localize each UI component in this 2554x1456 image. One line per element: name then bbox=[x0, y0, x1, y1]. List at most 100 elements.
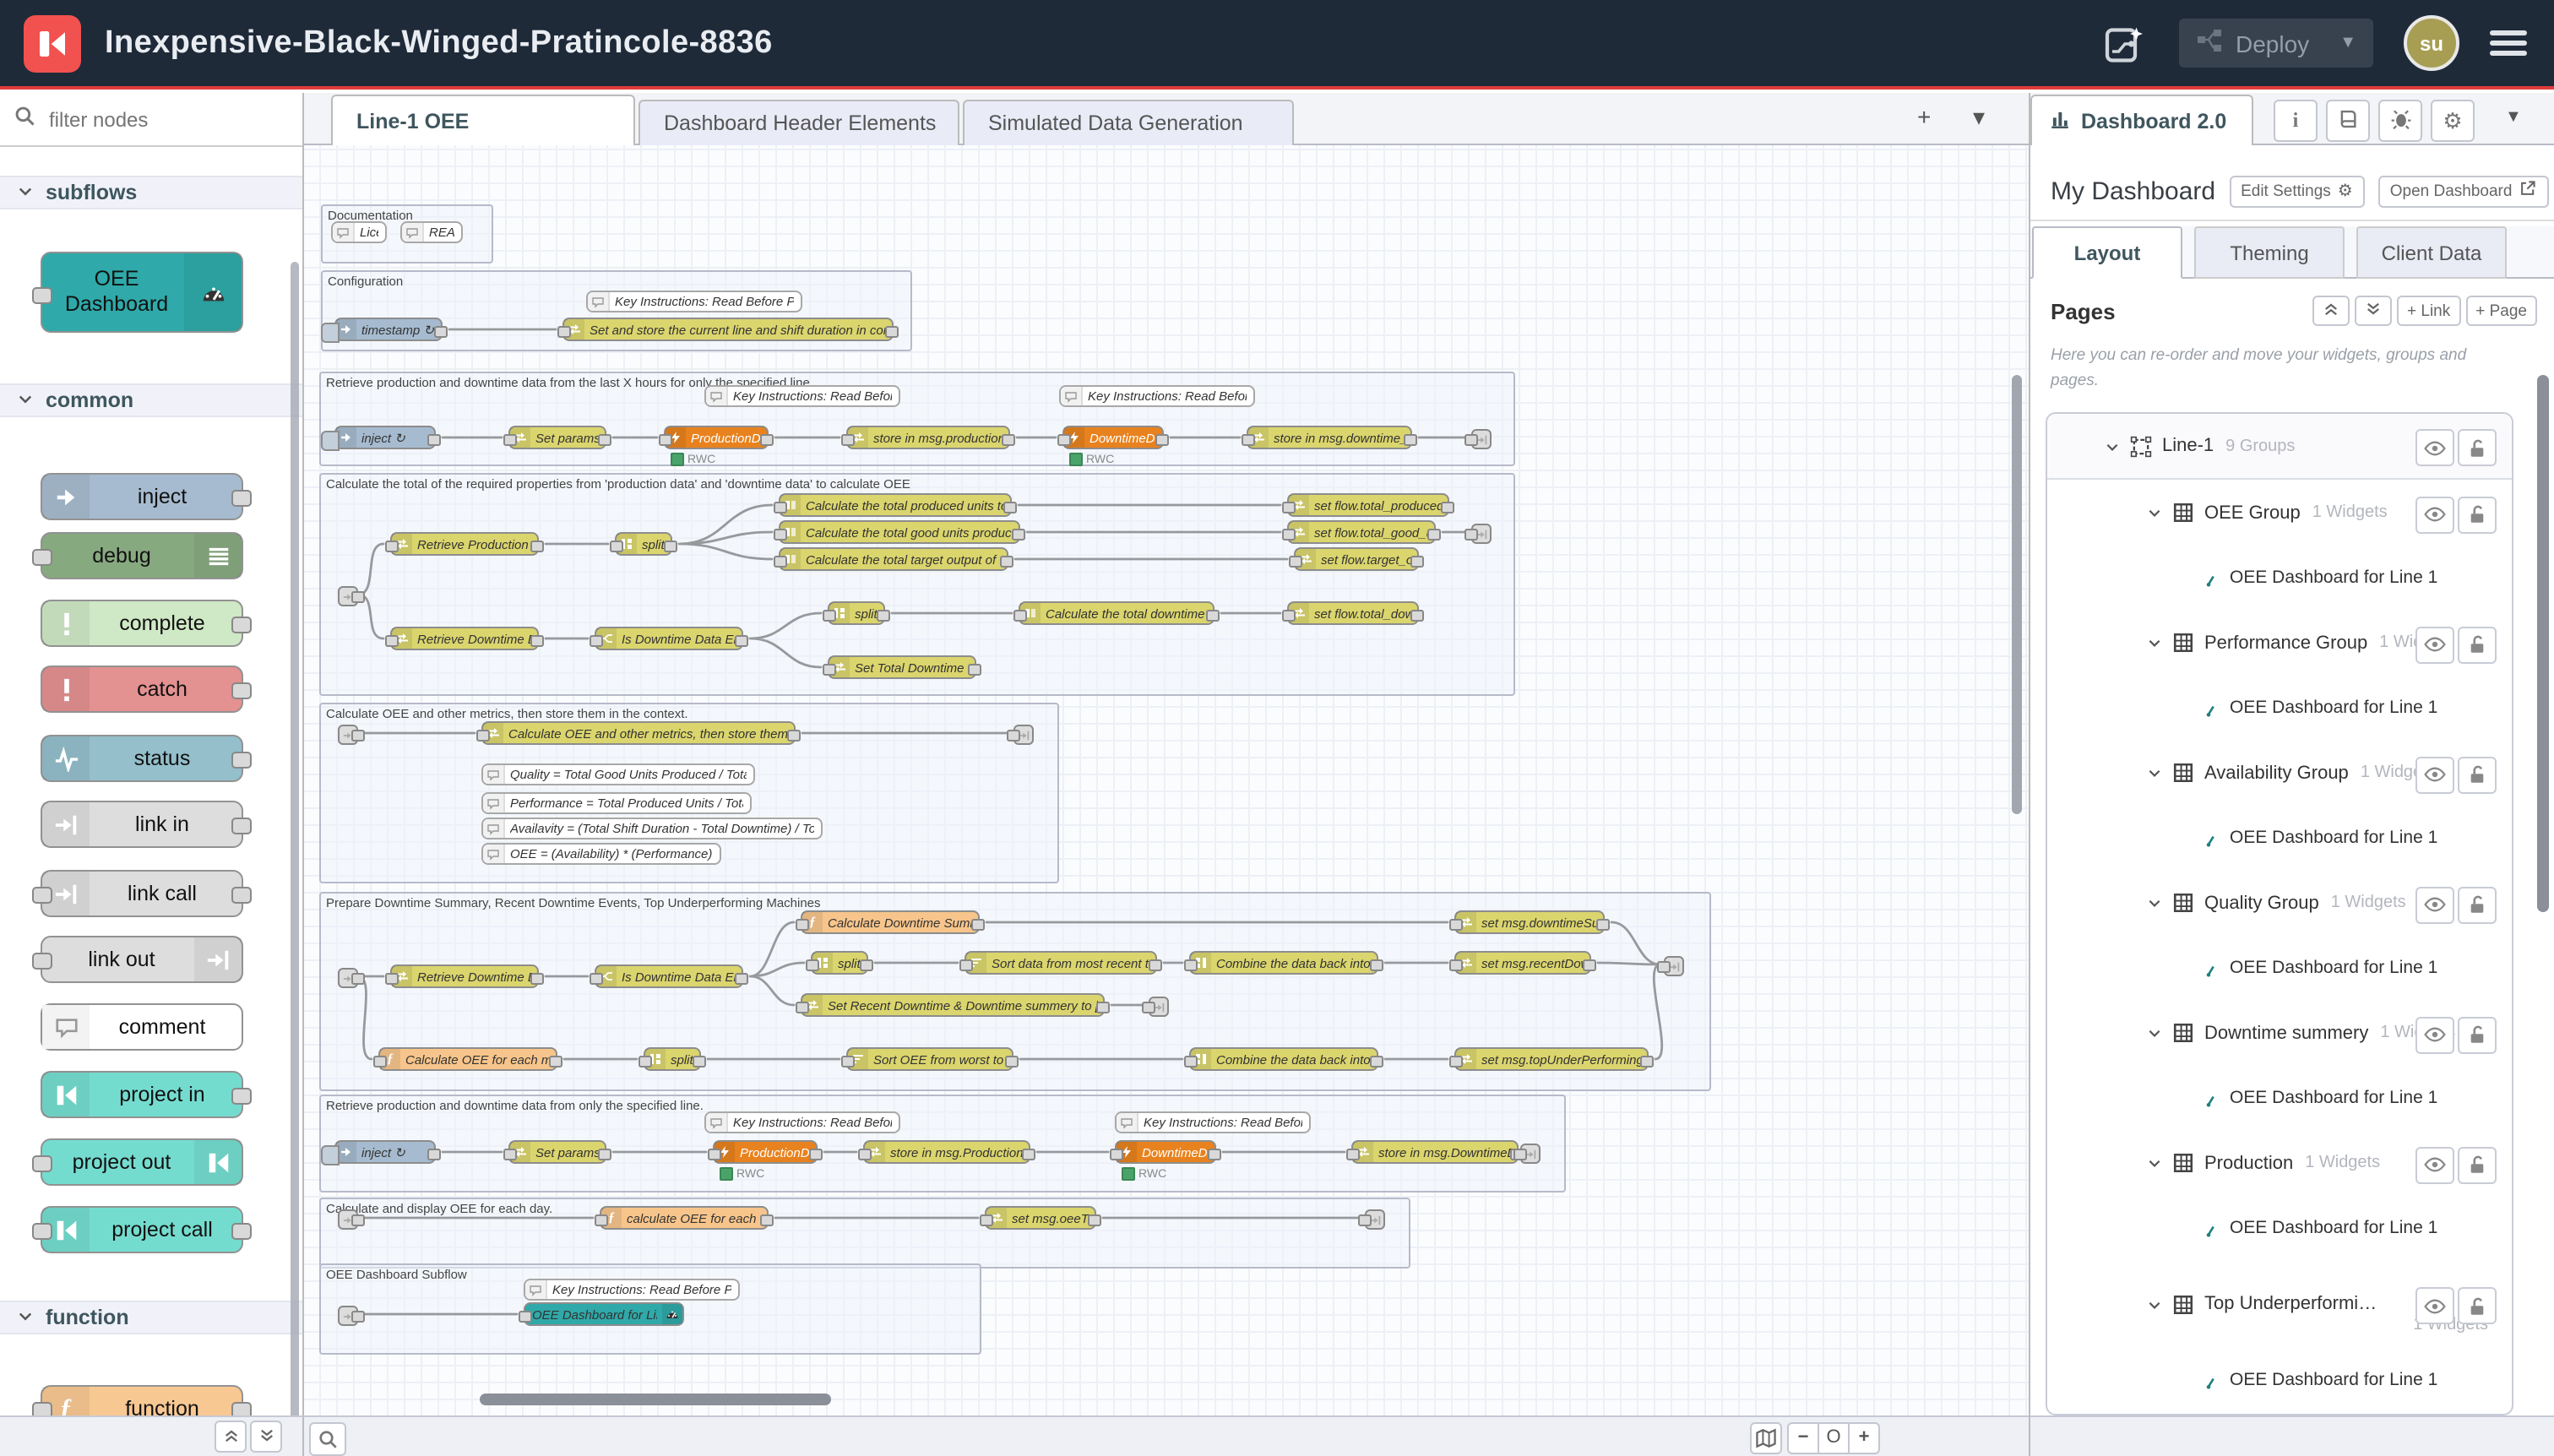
input-port[interactable] bbox=[32, 549, 52, 566]
zoom-reset-button[interactable]: O bbox=[1818, 1422, 1850, 1454]
input-port[interactable] bbox=[1110, 1149, 1123, 1160]
input-port[interactable] bbox=[373, 1056, 387, 1068]
input-port[interactable] bbox=[503, 1149, 517, 1160]
navigator-map-button[interactable] bbox=[1750, 1422, 1782, 1454]
tree-widget-row[interactable]: OEE Dashboard for Line 1 bbox=[2047, 1196, 2512, 1260]
output-port[interactable] bbox=[1155, 434, 1169, 446]
output-port[interactable] bbox=[1012, 529, 1025, 541]
link-in-node[interactable] bbox=[338, 1209, 358, 1230]
output-port[interactable] bbox=[434, 326, 448, 338]
change-node[interactable]: Retrieve Downtime Data bbox=[390, 964, 539, 988]
palette-node-OEE-Dashboard[interactable]: OEE Dashboard bbox=[41, 252, 243, 333]
input-port[interactable] bbox=[1657, 961, 1671, 973]
input-port[interactable] bbox=[858, 1149, 872, 1160]
palette-section-subflows[interactable]: subflows bbox=[0, 176, 302, 209]
tab-layout[interactable]: Layout bbox=[2032, 226, 2182, 279]
input-port[interactable] bbox=[1057, 434, 1071, 446]
tree-group-row-performance-group[interactable]: Performance Group1 Widgets bbox=[2047, 610, 2512, 676]
visibility-toggle-button[interactable] bbox=[2415, 429, 2454, 466]
input-port[interactable] bbox=[823, 610, 836, 622]
input-port[interactable] bbox=[1513, 1149, 1527, 1160]
palette-node-link-in[interactable]: link in bbox=[41, 801, 243, 848]
input-port[interactable] bbox=[32, 953, 52, 970]
output-port[interactable] bbox=[1000, 556, 1013, 568]
visibility-toggle-button[interactable] bbox=[2415, 756, 2454, 793]
output-port[interactable] bbox=[1583, 959, 1596, 971]
visibility-toggle-button[interactable] bbox=[2415, 1016, 2454, 1053]
comment-node[interactable]: Key Instructions: Read Before Proceeding bbox=[586, 291, 802, 312]
input-port[interactable] bbox=[1449, 919, 1463, 931]
expand-all-button[interactable] bbox=[2355, 296, 2392, 326]
change-node[interactable]: Retrieve Production Data bbox=[390, 532, 539, 556]
flow-list-caret-icon[interactable]: ▾ bbox=[1973, 103, 1985, 132]
lock-toggle-button[interactable] bbox=[2458, 886, 2497, 923]
link-out-node[interactable] bbox=[1664, 956, 1684, 976]
flow-tab-line-1-oee[interactable]: Line-1 OEE bbox=[331, 95, 635, 145]
lock-toggle-button[interactable] bbox=[2458, 1146, 2497, 1183]
chevron-down-icon[interactable] bbox=[2147, 765, 2162, 780]
tree-group-row-downtime-summery[interactable]: Downtime summery1 Widgets bbox=[2047, 1000, 2512, 1066]
palette-expand-all-button[interactable] bbox=[250, 1421, 282, 1453]
tree-group-row-availability-group[interactable]: Availability Group1 Widgets bbox=[2047, 740, 2512, 806]
comment-node[interactable]: Quality = Total Good Units Produced / To… bbox=[481, 763, 755, 785]
output-port[interactable] bbox=[968, 664, 981, 676]
lock-toggle-button[interactable] bbox=[2458, 429, 2497, 466]
input-port[interactable] bbox=[823, 664, 836, 676]
canvas-vertical-scrollbar[interactable] bbox=[2012, 375, 2022, 814]
info-tab-button[interactable]: i bbox=[2274, 100, 2318, 142]
change-node[interactable]: Set params bbox=[508, 426, 606, 449]
output-port[interactable] bbox=[760, 1214, 774, 1226]
visibility-toggle-button[interactable] bbox=[2415, 1287, 2454, 1324]
output-port[interactable] bbox=[1002, 434, 1015, 446]
change-node[interactable]: Set params bbox=[508, 1140, 606, 1164]
flow-canvas[interactable]: DocumentationConfigurationRetrieve produ… bbox=[304, 145, 2029, 1415]
input-port[interactable] bbox=[476, 730, 490, 742]
output-port[interactable] bbox=[231, 617, 252, 633]
output-port[interactable] bbox=[1596, 919, 1610, 931]
input-port[interactable] bbox=[385, 541, 399, 552]
output-port[interactable] bbox=[860, 959, 873, 971]
tree-widget-row[interactable]: OEE Dashboard for Line 1 bbox=[2047, 936, 2512, 1000]
switch-node[interactable]: Is Downtime Data Empty? bbox=[595, 627, 743, 650]
output-port[interactable] bbox=[1640, 1056, 1654, 1068]
change-node[interactable]: set flow.total_produced_units bbox=[1287, 493, 1449, 517]
inject-button[interactable] bbox=[321, 323, 340, 343]
output-port[interactable] bbox=[1003, 502, 1017, 513]
tree-widget-row[interactable]: OEE Dashboard for Line 1 bbox=[2047, 676, 2512, 740]
lock-toggle-button[interactable] bbox=[2458, 756, 2497, 793]
output-port[interactable] bbox=[1404, 434, 1417, 446]
input-port[interactable] bbox=[32, 1155, 52, 1172]
tree-widget-row[interactable]: OEE Dashboard for Line 1 bbox=[2047, 546, 2512, 610]
sidebar-scrollbar[interactable] bbox=[2537, 375, 2549, 912]
input-port[interactable] bbox=[1289, 556, 1302, 568]
input-port[interactable] bbox=[1464, 434, 1478, 446]
change-node[interactable]: store in msg.production_data bbox=[846, 426, 1010, 449]
output-port[interactable] bbox=[231, 887, 252, 904]
palette-node-complete[interactable]: complete bbox=[41, 600, 243, 647]
input-port[interactable] bbox=[841, 434, 855, 446]
sort-node[interactable]: Sort OEE from worst to best bbox=[846, 1047, 1013, 1071]
tab-theming[interactable]: Theming bbox=[2194, 226, 2345, 279]
link-out-node[interactable] bbox=[1520, 1144, 1541, 1164]
palette-section-common[interactable]: common bbox=[0, 383, 302, 417]
palette-node-debug[interactable]: debug bbox=[41, 532, 243, 579]
input-port[interactable] bbox=[1449, 959, 1463, 971]
canvas-search-button[interactable] bbox=[309, 1422, 346, 1456]
sidebar-menu-caret-icon[interactable]: ▼ bbox=[2505, 108, 2522, 127]
output-port[interactable] bbox=[1427, 529, 1441, 541]
ai-assistant-icon[interactable] bbox=[2100, 19, 2148, 67]
output-port[interactable] bbox=[549, 1056, 562, 1068]
comment-node[interactable]: Availavity = (Total Shift Duration - Tot… bbox=[481, 818, 823, 839]
output-port[interactable] bbox=[1208, 1149, 1221, 1160]
palette-node-function[interactable]: ƒfunction bbox=[41, 1385, 243, 1415]
input-port[interactable] bbox=[796, 1002, 809, 1013]
output-port[interactable] bbox=[1370, 959, 1383, 971]
output-port[interactable] bbox=[787, 730, 801, 742]
flowfuse-logo-icon[interactable] bbox=[24, 14, 81, 72]
deploy-menu-caret-icon[interactable]: ▼ bbox=[2339, 34, 2356, 52]
output-port[interactable] bbox=[351, 1311, 365, 1323]
link-out-node[interactable] bbox=[1149, 997, 1169, 1017]
main-menu-icon[interactable] bbox=[2490, 25, 2527, 61]
change-node[interactable]: store in msg.DowntimeData bbox=[1351, 1140, 1519, 1164]
output-port[interactable] bbox=[231, 818, 252, 834]
